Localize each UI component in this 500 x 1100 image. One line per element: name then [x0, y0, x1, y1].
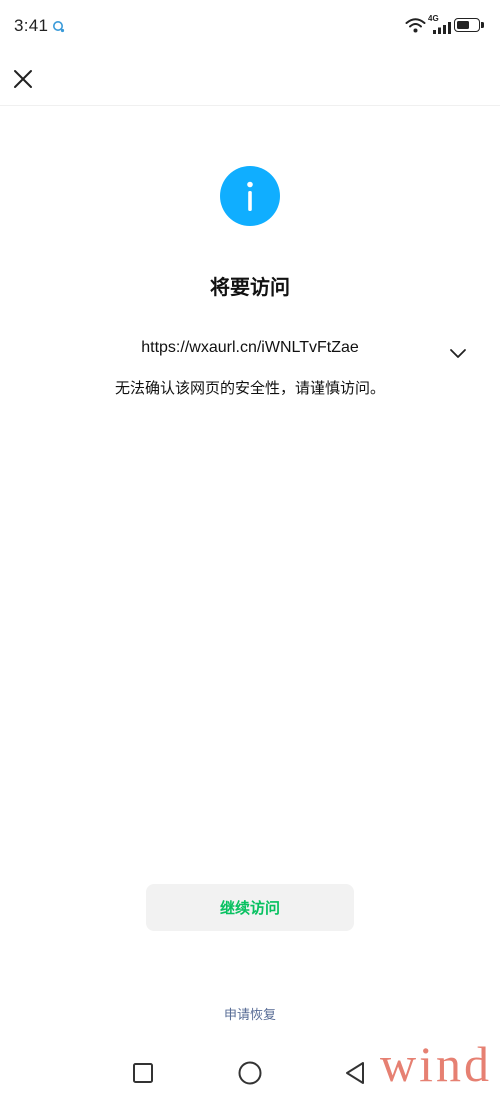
chevron-down-icon: [450, 348, 466, 358]
close-button[interactable]: [10, 66, 36, 92]
target-url: https://wxaurl.cn/iWNLTvFtZae: [141, 339, 359, 356]
watermark: wind: [380, 1036, 492, 1092]
header-divider: [0, 105, 500, 106]
continue-visit-label: 继续访问: [219, 900, 280, 917]
info-icon: [220, 166, 280, 226]
continue-visit-button[interactable]: 继续访问: [146, 884, 354, 931]
wifi-icon: [405, 17, 426, 34]
status-time: 3:41: [14, 16, 49, 35]
page-title: 将要访问: [210, 277, 290, 299]
back-icon: [346, 1062, 364, 1084]
battery-nub: [481, 22, 484, 28]
expand-url-button[interactable]: [447, 346, 469, 360]
home-button[interactable]: [238, 1061, 262, 1085]
request-restore-link[interactable]: 申请恢复: [0, 1004, 500, 1023]
home-icon: [238, 1061, 262, 1085]
signal-icon: 4G: [428, 15, 452, 34]
recent-apps-button[interactable]: [132, 1062, 154, 1084]
back-button[interactable]: [344, 1061, 366, 1085]
battery-icon: [454, 18, 480, 32]
battery-level-fill: [457, 21, 469, 29]
close-icon: [14, 70, 32, 88]
notification-icon: [52, 20, 65, 33]
recent-apps-icon: [133, 1063, 153, 1083]
security-warning: 无法确认该网页的安全性，请谨慎访问。: [114, 380, 385, 397]
